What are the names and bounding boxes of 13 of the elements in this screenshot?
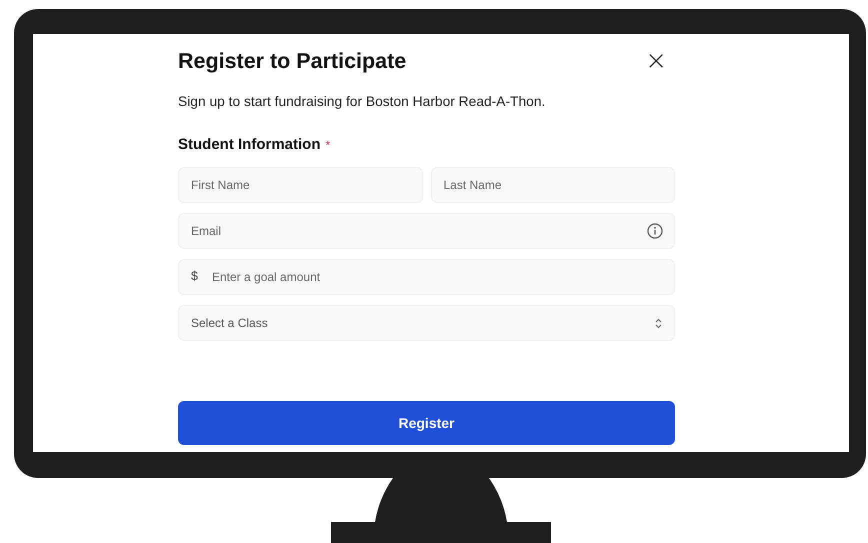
email-field[interactable]: Email	[178, 213, 675, 249]
register-button[interactable]: Register	[178, 401, 675, 445]
text-field[interactable]: First Name	[178, 167, 422, 203]
chevron-up-down-icon	[655, 318, 662, 328]
close-button[interactable]: ×	[637, 48, 675, 74]
dialog-title: Register to Participate	[178, 48, 406, 74]
section-heading: Student Information	[178, 136, 320, 153]
currency-prefix: $	[191, 269, 198, 283]
text-field[interactable]: Last Name	[430, 167, 675, 203]
required-mark: *	[326, 138, 330, 152]
dialog-description: Sign up to start fundraising for Boston Harbor Read-A-Thon.	[178, 94, 546, 109]
info-icon	[647, 223, 663, 239]
class-select[interactable]: Select a Class	[178, 305, 675, 341]
